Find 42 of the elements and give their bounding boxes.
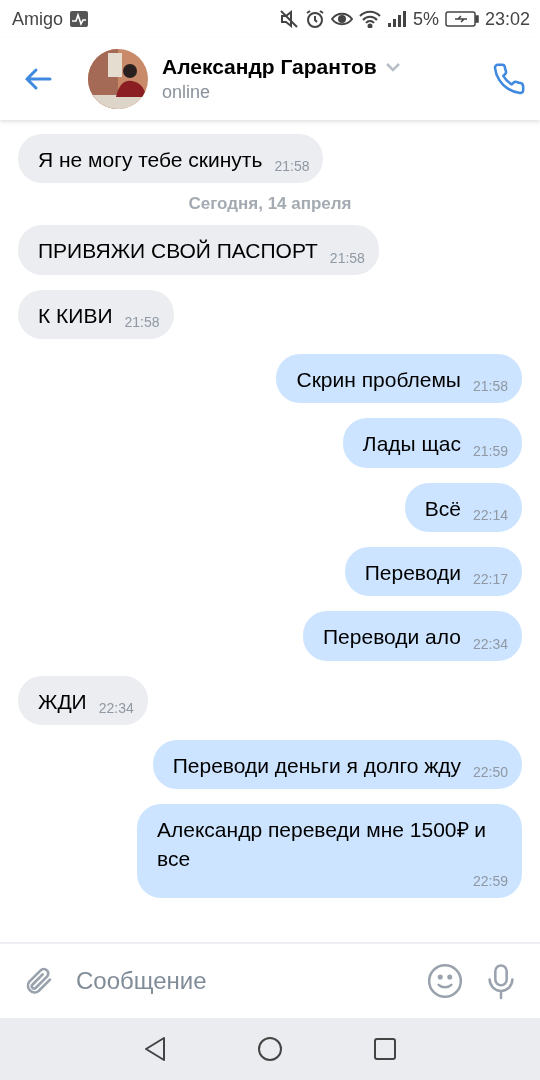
smiley-icon[interactable] [426,962,464,1000]
message-time: 22:14 [471,507,508,524]
message-time: 21:59 [471,442,508,459]
back-arrow-icon[interactable] [24,67,52,91]
phone-icon[interactable] [492,62,526,96]
message-time: 21:58 [123,314,160,331]
message-text: Всё [424,495,461,522]
recents-icon[interactable] [373,1037,397,1061]
back-icon[interactable] [143,1036,167,1062]
message-time: 21:58 [471,378,508,395]
message-text: Переводи [364,560,461,587]
signal-icon [386,10,407,28]
mute-icon [278,9,299,29]
message-text: Александр переведи мне 1500₽ и все [157,817,488,872]
message-time: 21:58 [328,249,365,266]
clock-time: 23:02 [484,8,530,30]
date-divider: Сегодня, 14 апреля [188,194,352,215]
message-text: Переводи ало [323,624,461,651]
message-text: К КИВИ [38,302,113,329]
message-text: Переводи деньги я долго жду [172,753,461,780]
message-time: 22:50 [471,764,508,781]
message-time: 21:58 [273,158,310,175]
carrier-name: Amigo [12,8,64,30]
contact-name: Александр Гарантов [162,55,377,79]
message-text: ПРИВЯЖИ СВОЙ ПАСПОРТ [38,238,318,265]
alarm-icon [304,9,325,29]
chevron-down-icon [384,62,401,72]
home-icon[interactable] [257,1036,283,1062]
message-text: Я не могу тебе скинуть [38,147,263,173]
message-time: 22:34 [97,700,134,717]
battery-percent: 5% [412,8,439,30]
message-time: 22:17 [471,571,508,588]
message-text: ЖДИ [38,688,87,715]
eye-icon [330,11,353,27]
message-text: Лады щас [362,431,461,458]
battery-icon [444,10,479,28]
wifi-icon [358,10,381,28]
message-time: 22:59 [471,873,508,890]
message-time: 22:34 [471,635,508,652]
activity-icon [69,10,90,28]
message-text: Скрин проблемы [296,367,461,394]
online-status: online [162,82,212,103]
